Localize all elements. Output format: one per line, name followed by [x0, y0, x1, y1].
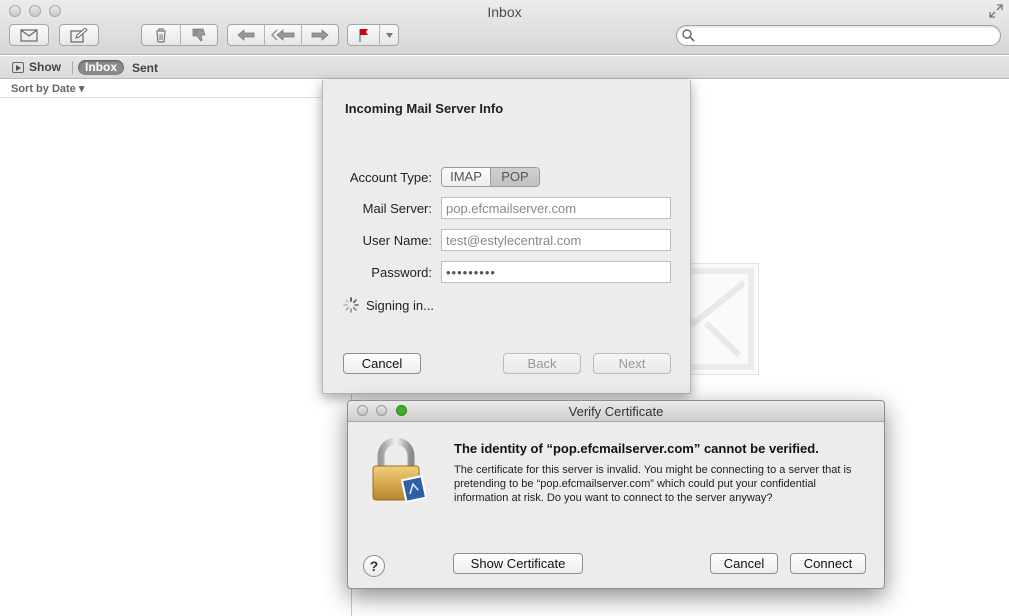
- chevron-down-icon: [385, 32, 393, 38]
- compose-button[interactable]: [59, 24, 99, 46]
- dialog-titlebar: Verify Certificate: [348, 401, 884, 422]
- password-label: Password:: [371, 265, 432, 280]
- show-label: Show: [29, 60, 61, 74]
- connect-button[interactable]: Connect: [790, 553, 866, 574]
- user-name-field[interactable]: [441, 229, 671, 251]
- dialog-heading: The identity of “pop.efcmailserver.com” …: [454, 441, 819, 456]
- spinner-icon: [343, 297, 359, 313]
- lock-icon: [372, 438, 426, 504]
- reply-button[interactable]: [228, 25, 264, 45]
- account-type-pop[interactable]: POP: [491, 168, 539, 186]
- reply-all-icon: [271, 29, 295, 41]
- show-mailboxes-button[interactable]: Show: [12, 60, 61, 74]
- account-type-selector: IMAP POP: [441, 167, 540, 187]
- favorites-bar: Show Inbox Sent: [0, 56, 1009, 79]
- compose-icon: [70, 27, 88, 43]
- incoming-mail-server-sheet: Incoming Mail Server Info Account Type: …: [322, 80, 691, 394]
- delete-junk-group: [141, 24, 218, 46]
- password-field[interactable]: [441, 261, 671, 283]
- message-list[interactable]: Sort by Date ▾: [0, 80, 352, 616]
- mail-server-label: Mail Server:: [362, 201, 432, 216]
- junk-button[interactable]: [181, 25, 217, 45]
- reply-group: [227, 24, 339, 46]
- back-button[interactable]: Back: [503, 353, 581, 374]
- flag-menu-button[interactable]: [380, 25, 398, 45]
- fullscreen-icon[interactable]: [989, 4, 1003, 18]
- forward-button[interactable]: [302, 25, 338, 45]
- search-icon: [682, 29, 695, 42]
- window-titlebar: Inbox: [0, 0, 1009, 55]
- trash-icon: [156, 27, 166, 43]
- favorites-divider: [72, 61, 73, 74]
- envelope-icon: [20, 28, 38, 42]
- thumbs-down-icon: [192, 28, 206, 42]
- verify-certificate-dialog: Verify Certificate The identity of “pop.…: [347, 400, 885, 589]
- help-button[interactable]: ?: [363, 555, 385, 577]
- user-name-label: User Name:: [362, 233, 432, 248]
- forward-icon: [311, 29, 329, 41]
- flag-icon: [359, 29, 368, 42]
- reply-all-button[interactable]: [265, 25, 302, 45]
- favorite-sent[interactable]: Sent: [132, 61, 158, 75]
- window-title: Inbox: [487, 4, 522, 20]
- account-type-label: Account Type:: [349, 170, 432, 185]
- delete-button[interactable]: [142, 25, 180, 45]
- flag-group: [347, 24, 399, 46]
- cert-cancel-button[interactable]: Cancel: [710, 553, 778, 574]
- dialog-message: The certificate for this server is inval…: [454, 464, 852, 504]
- next-button[interactable]: Next: [593, 353, 671, 374]
- account-type-imap[interactable]: IMAP: [442, 168, 491, 186]
- signing-in-status: Signing in...: [366, 298, 434, 313]
- setup-cancel-button[interactable]: Cancel: [343, 353, 421, 374]
- search-field[interactable]: [676, 25, 1001, 46]
- favorite-inbox[interactable]: Inbox: [78, 60, 124, 75]
- mail-server-field[interactable]: [441, 197, 671, 219]
- reply-icon: [237, 29, 255, 41]
- sidebar-toggle-icon: [12, 61, 24, 73]
- search-input[interactable]: [699, 28, 989, 44]
- get-mail-button[interactable]: [9, 24, 49, 46]
- dialog-title: Verify Certificate: [568, 404, 664, 419]
- sort-by-date-button[interactable]: Sort by Date ▾: [0, 80, 352, 98]
- sheet-title: Incoming Mail Server Info: [345, 101, 504, 116]
- flag-button[interactable]: [348, 25, 379, 45]
- show-certificate-button[interactable]: Show Certificate: [453, 553, 583, 574]
